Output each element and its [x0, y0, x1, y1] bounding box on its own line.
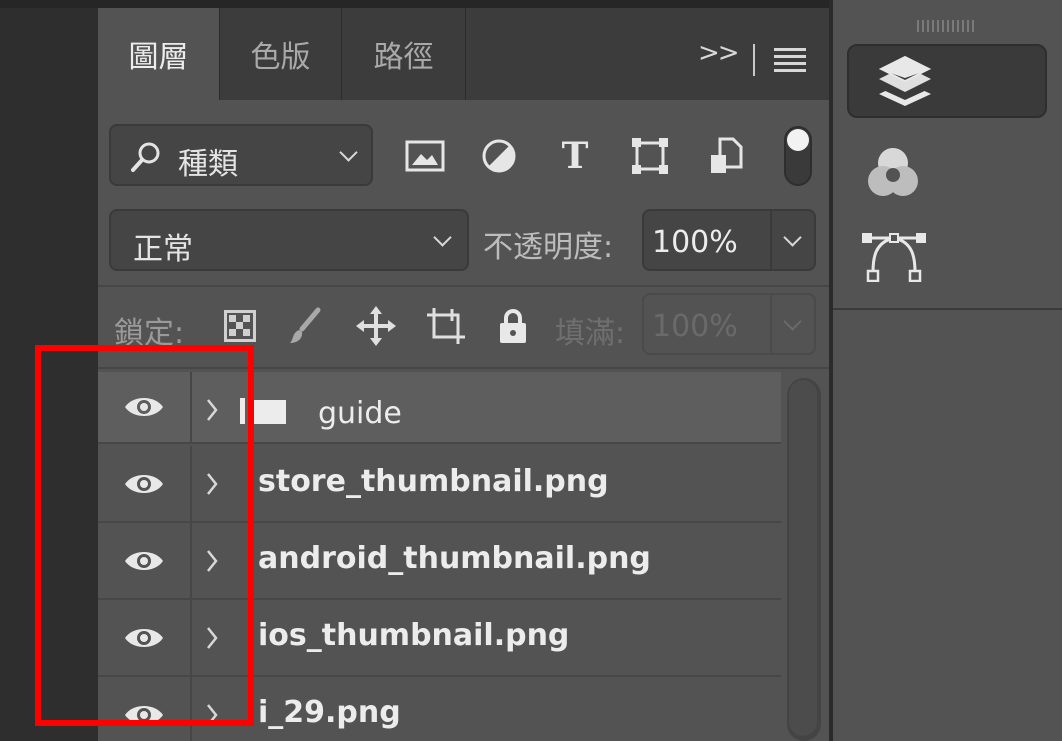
layer-name: i_29.png	[258, 695, 401, 730]
layers-panel-button[interactable]	[847, 44, 1047, 118]
filter-toggle-switch[interactable]	[784, 126, 812, 186]
chevron-down-icon	[433, 228, 452, 247]
annotation-highlight-box	[35, 345, 254, 726]
divider	[833, 308, 1062, 310]
channels-panel-button[interactable]	[861, 142, 925, 202]
fill-value: 100%	[652, 309, 738, 344]
layer-name: store_thumbnail.png	[258, 464, 609, 499]
layer-list-scrollbar[interactable]	[787, 378, 821, 741]
lock-transparent-pixels-icon[interactable]	[222, 305, 258, 347]
filter-smart-objects-icon[interactable]	[704, 135, 748, 177]
lock-all-icon[interactable]	[496, 305, 530, 347]
opacity-label: 不透明度:	[483, 230, 614, 265]
channels-panel-icon	[868, 148, 918, 196]
paths-panel-button[interactable]	[859, 226, 929, 286]
panel-menu-icon[interactable]	[774, 48, 806, 72]
divider	[98, 285, 829, 287]
chevron-down-icon	[783, 312, 802, 331]
blend-mode-select[interactable]: 正常	[109, 209, 469, 271]
layer-filter-kind-select[interactable]: 種類	[109, 124, 373, 186]
search-icon	[131, 142, 160, 172]
layers-panel-icon	[879, 56, 931, 106]
scrollbar-thumb[interactable]	[789, 380, 817, 736]
filter-pixel-layers-icon[interactable]	[401, 135, 449, 177]
filter-adjustment-layers-icon[interactable]	[478, 135, 520, 177]
layer-name: ios_thumbnail.png	[258, 618, 570, 653]
tab-layers[interactable]: 圖層	[98, 8, 220, 100]
filter-type-layers-icon[interactable]: T	[550, 135, 600, 177]
paths-panel-icon	[862, 233, 926, 282]
layer-name: guide	[318, 396, 402, 431]
lock-artboard-icon[interactable]	[425, 305, 467, 347]
opacity-field[interactable]: 100%	[642, 209, 816, 271]
chevron-down-icon[interactable]	[783, 228, 802, 247]
tab-paths[interactable]: 路徑	[342, 8, 466, 100]
filter-shape-layers-icon[interactable]	[628, 135, 672, 177]
tab-channels[interactable]: 色版	[220, 8, 342, 100]
opacity-value: 100%	[652, 225, 738, 260]
fill-label: 填滿:	[555, 316, 626, 351]
chevron-down-icon	[339, 143, 358, 162]
blend-mode-label: 正常	[133, 232, 193, 267]
tab-bar-separator	[753, 44, 755, 76]
layer-name: android_thumbnail.png	[258, 541, 651, 576]
collapse-panels-button[interactable]: >>	[698, 38, 740, 68]
collapsed-panel-dock	[833, 0, 1062, 741]
fill-field: 100%	[642, 293, 816, 355]
dock-grip[interactable]	[917, 20, 977, 32]
panel-tab-bar: 圖層 色版 路徑 >>	[98, 8, 829, 100]
filter-kind-label: 種類	[178, 147, 238, 182]
lock-image-pixels-icon[interactable]	[285, 305, 325, 347]
lock-position-icon[interactable]	[355, 305, 397, 347]
